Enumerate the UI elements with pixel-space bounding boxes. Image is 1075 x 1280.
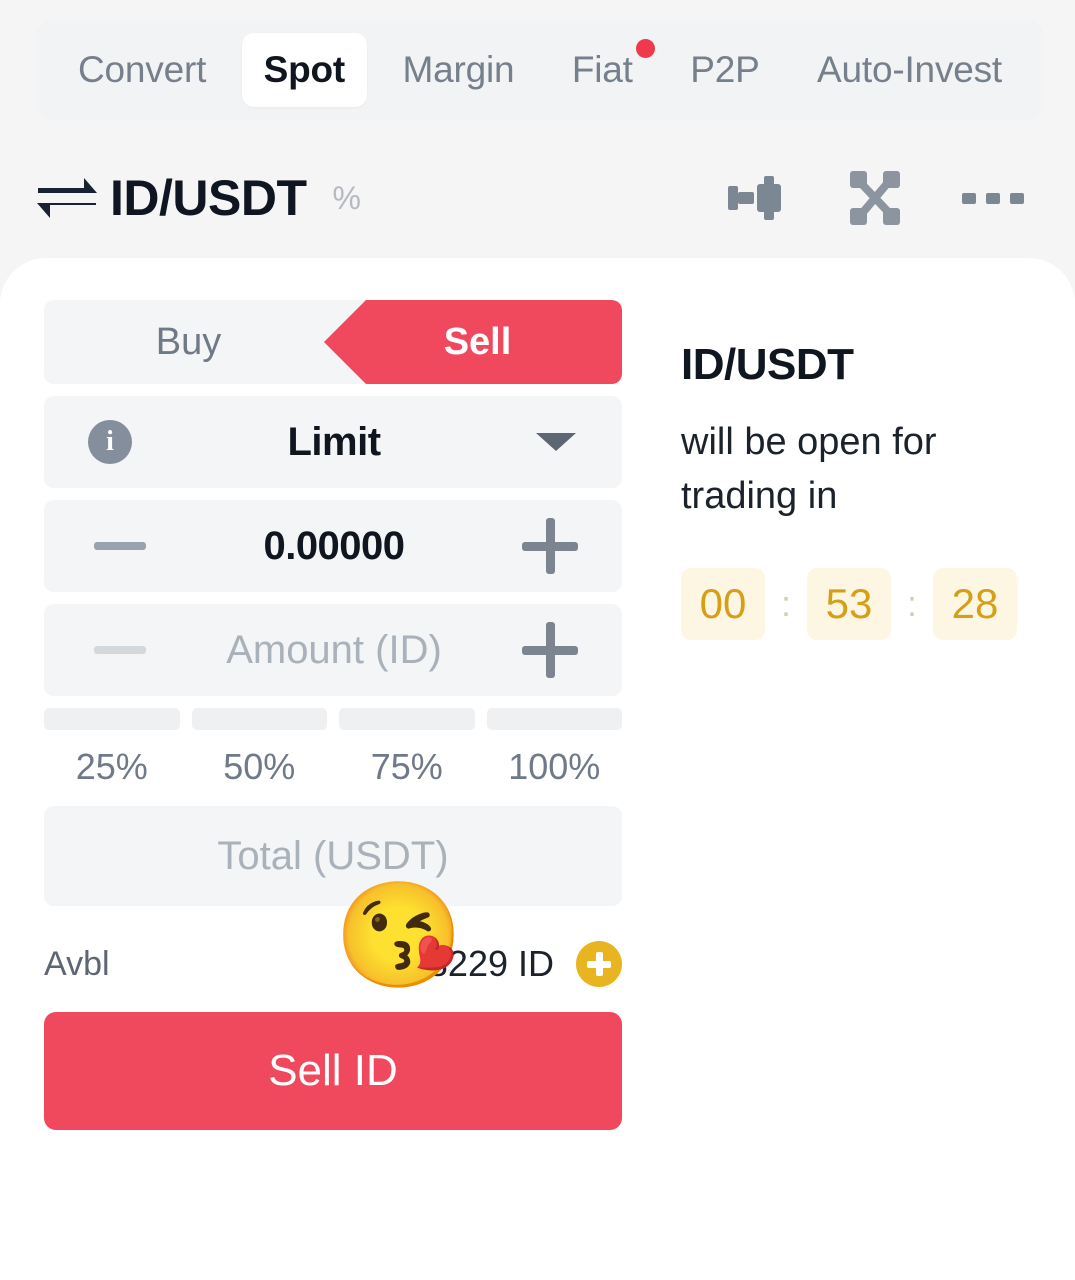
countdown-separator-1: : (781, 582, 792, 624)
pair-percent-label: % (332, 179, 361, 216)
percent-label-100[interactable]: 100% (487, 746, 623, 788)
total-input-placeholder: Total (USDT) (217, 833, 449, 878)
candlestick-chart-icon[interactable] (726, 170, 788, 226)
notice-message: will be open for trading in (681, 421, 937, 517)
info-icon[interactable]: i (88, 420, 132, 464)
tab-fiat[interactable]: Fiat (550, 33, 655, 107)
top-nav-tabs: Convert Spot Margin Fiat P2P Auto-Invest (36, 20, 1044, 120)
notice-pair-symbol: ID/USDT (681, 340, 854, 389)
side-toggle: Buy Sell (44, 300, 622, 384)
amount-input[interactable]: Amount (ID) (146, 628, 522, 673)
available-balance-label: Avbl (44, 944, 110, 983)
add-funds-icon[interactable] (576, 941, 622, 987)
price-increment-button[interactable] (522, 518, 578, 574)
info-icon-glyph: i (106, 426, 114, 457)
tab-convert-label: Convert (78, 49, 207, 90)
countdown-minutes: 53 (807, 567, 892, 640)
percent-label-25[interactable]: 25% (44, 746, 180, 788)
countdown-timer: 00 : 53 : 28 (681, 567, 1041, 640)
percent-slider: 25% 50% 75% 100% (44, 708, 622, 788)
price-input[interactable]: 0.00000 (146, 524, 522, 569)
percent-label-50[interactable]: 50% (192, 746, 328, 788)
order-type-selector[interactable]: i Limit (44, 396, 622, 488)
tab-auto-invest[interactable]: Auto-Invest (795, 33, 1024, 107)
swap-pair-icon[interactable] (36, 175, 98, 221)
available-balance-value: 1 3 8229 ID (367, 943, 554, 984)
countdown-seconds: 28 (933, 567, 1018, 640)
tab-p2p-label: P2P (690, 49, 760, 90)
total-input[interactable]: Total (USDT) (44, 806, 622, 906)
percent-bar-25[interactable] (44, 708, 180, 730)
tab-fiat-label: Fiat (571, 49, 633, 90)
price-decrement-button[interactable] (94, 542, 146, 550)
header-icon-group (726, 169, 1044, 227)
percent-bar-75[interactable] (339, 708, 475, 730)
listing-countdown-notice: ID/USDT will be open for trading in 00 :… (681, 340, 1041, 640)
order-type-label: Limit (287, 419, 381, 464)
depth-chart-icon[interactable] (846, 169, 904, 227)
percent-label-75[interactable]: 75% (339, 746, 475, 788)
sell-tab-label: Sell (443, 320, 512, 363)
tab-margin-label: Margin (402, 49, 515, 90)
price-input-row: 0.00000 (44, 500, 622, 592)
more-options-icon[interactable] (962, 188, 1024, 208)
tab-spot[interactable]: Spot (241, 33, 368, 107)
sell-submit-button[interactable]: Sell ID (44, 1012, 622, 1130)
percent-bar-50[interactable] (191, 708, 327, 730)
tab-convert[interactable]: Convert (56, 33, 228, 107)
chevron-down-icon[interactable] (536, 433, 576, 451)
percent-slider-track (44, 708, 622, 730)
tab-auto-invest-label: Auto-Invest (817, 49, 1002, 90)
notification-dot-icon (635, 39, 655, 58)
tab-p2p[interactable]: P2P (668, 33, 781, 107)
countdown-hours: 00 (681, 567, 765, 640)
buy-tab-label: Buy (155, 320, 222, 363)
pair-symbol[interactable]: ID/USDT (110, 169, 307, 227)
amount-decrement-button[interactable] (94, 646, 146, 654)
available-balance-row: Avbl 1 3 8229 ID 😘 (44, 884, 622, 992)
buy-tab[interactable]: Buy (44, 300, 333, 384)
order-form: Buy Sell i Limit 0.00000 Amount (ID) 25%… (44, 300, 622, 1130)
percent-bar-100[interactable] (486, 708, 622, 730)
amount-increment-button[interactable] (522, 622, 578, 678)
amount-input-row: Amount (ID) (44, 604, 622, 696)
pair-header: ID/USDT % (36, 150, 1044, 246)
countdown-separator-2: : (907, 582, 918, 624)
tab-spot-label: Spot (263, 49, 346, 90)
tab-margin[interactable]: Margin (381, 33, 537, 107)
sell-tab[interactable]: Sell (333, 300, 622, 384)
percent-slider-labels: 25% 50% 75% 100% (44, 746, 622, 788)
